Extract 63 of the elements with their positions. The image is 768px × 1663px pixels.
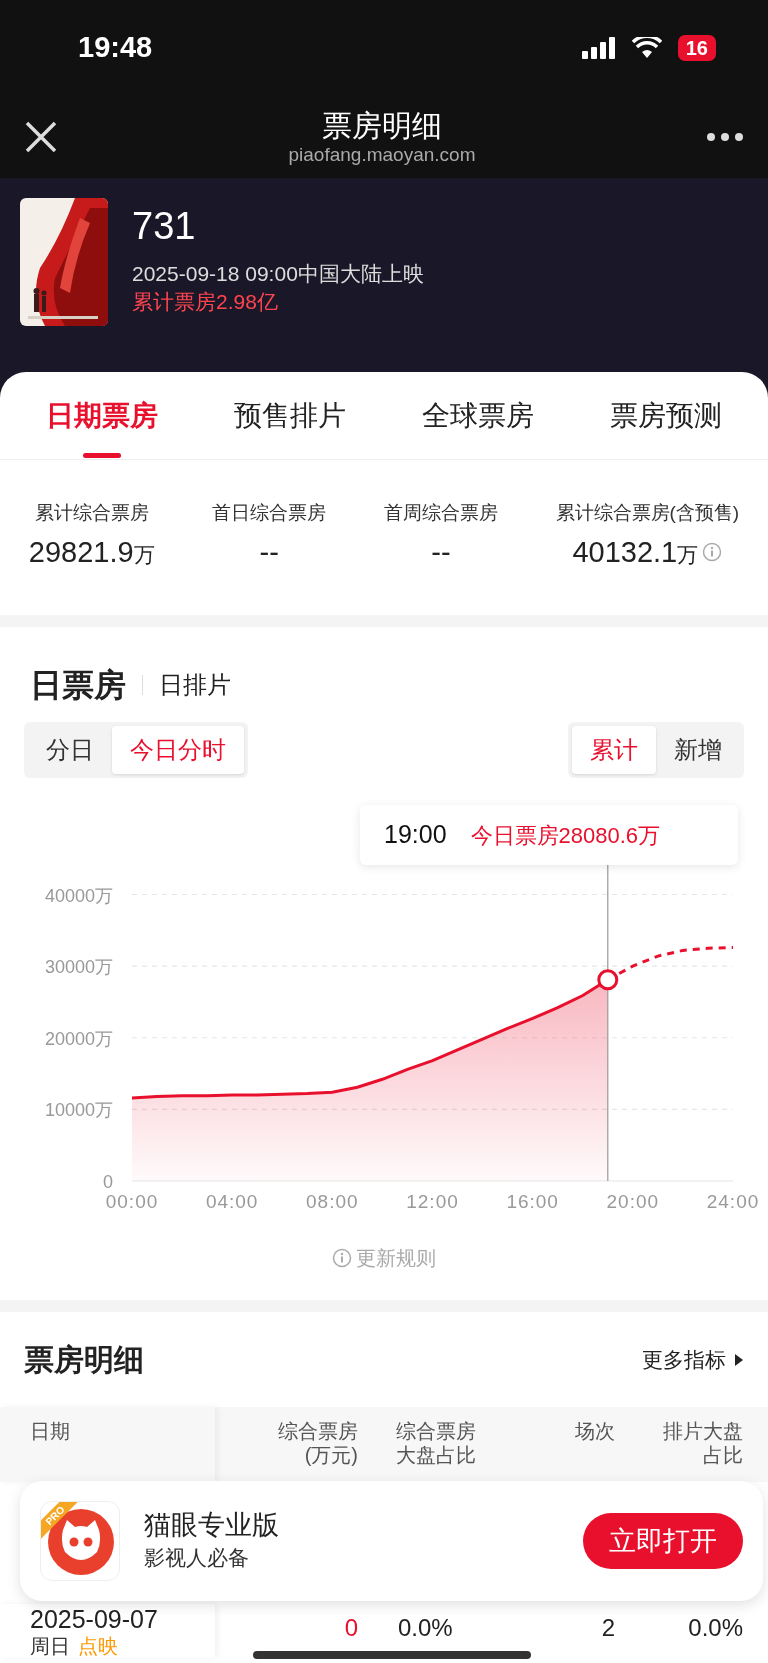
table-cell: 0 [344,1614,358,1641]
x-axis-label: 16:00 [506,1191,559,1212]
segment-option[interactable]: 分日 [28,726,112,774]
table-cell: 2 [601,1614,615,1641]
stat-label: 首周综合票房 [383,501,498,525]
stat-label: 首日综合票房 [212,501,327,525]
app-name: 猫眼专业版 [144,1509,280,1543]
more-icon[interactable] [706,131,744,142]
wifi-icon [631,36,662,59]
caret-icon [734,1352,744,1367]
column-header: 排片大盘占比 [662,1419,743,1467]
stat-value: -- [259,535,279,570]
tab[interactable]: 日期票房 [46,371,158,460]
stat-value: 40132.1万 [572,535,699,570]
battery-indicator: 16 [677,34,716,61]
section-title: 票房明细 [24,1342,144,1378]
app-slogan: 影视人必备 [144,1545,250,1572]
open-app-button[interactable]: 立即打开 [583,1512,743,1570]
section-tab[interactable]: 日票房 [30,660,126,709]
y-axis-label: 10000万 [44,1100,113,1121]
release-info: 2025-09-18 09:00中国大陆上映 [132,261,424,287]
tooltip-time: 19:00 [384,819,447,851]
x-axis-label: 24:00 [706,1191,760,1212]
segment-option[interactable]: 新增 [656,726,740,774]
y-axis-label: 0 [103,1172,113,1192]
x-axis-label: 00:00 [105,1191,159,1212]
weekday-text: 周日 [30,1634,70,1658]
stat-label: 累计综合票房(含预售) [555,501,740,525]
column-header: 综合票房(万元) [277,1419,358,1467]
column-header: 场次 [575,1419,615,1443]
segment-option[interactable]: 今日分时 [112,726,244,774]
movie-title: 731 [132,204,197,248]
x-axis-label: 08:00 [306,1191,359,1212]
status-time: 19:48 [78,29,153,65]
stat-value: -- [431,535,451,570]
table-cell: 0.0% [688,1614,743,1641]
signal-icon [581,36,616,59]
x-axis-label: 20:00 [606,1191,660,1212]
total-box-office: 累计票房2.98亿 [132,289,279,315]
tab[interactable]: 预售排片 [234,371,346,460]
stat-label: 累计综合票房 [33,501,150,525]
more-metrics-link[interactable]: 更多指标 [642,1343,744,1376]
segment-option[interactable]: 累计 [572,726,656,774]
stat-value: 29821.9万 [28,535,155,570]
y-axis-label: 30000万 [44,957,113,978]
tab[interactable]: 票房预测 [610,371,722,460]
page-title: 票房明细 [321,107,443,144]
column-header: 日期 [30,1419,70,1443]
y-axis-label: 20000万 [44,1028,113,1049]
tab[interactable]: 全球票房 [422,371,534,460]
table-cell: 0.0% [398,1614,453,1641]
column-header: 综合票房大盘占比 [396,1419,477,1467]
info-icon [332,1247,352,1268]
page-url: piaofang.maoyan.com [288,143,476,166]
close-icon[interactable] [24,119,58,154]
data-point-marker [597,969,619,991]
y-axis-label: 40000万 [44,885,113,906]
x-axis-label: 04:00 [205,1191,259,1212]
date-cell-text: 2025-09-07 [30,1604,159,1634]
screening-tag: 点映 [78,1634,118,1658]
x-axis-label: 12:00 [406,1191,459,1212]
tooltip-value: 今日票房28080.6万 [470,821,661,850]
section-tab[interactable]: 日排片 [159,666,231,703]
